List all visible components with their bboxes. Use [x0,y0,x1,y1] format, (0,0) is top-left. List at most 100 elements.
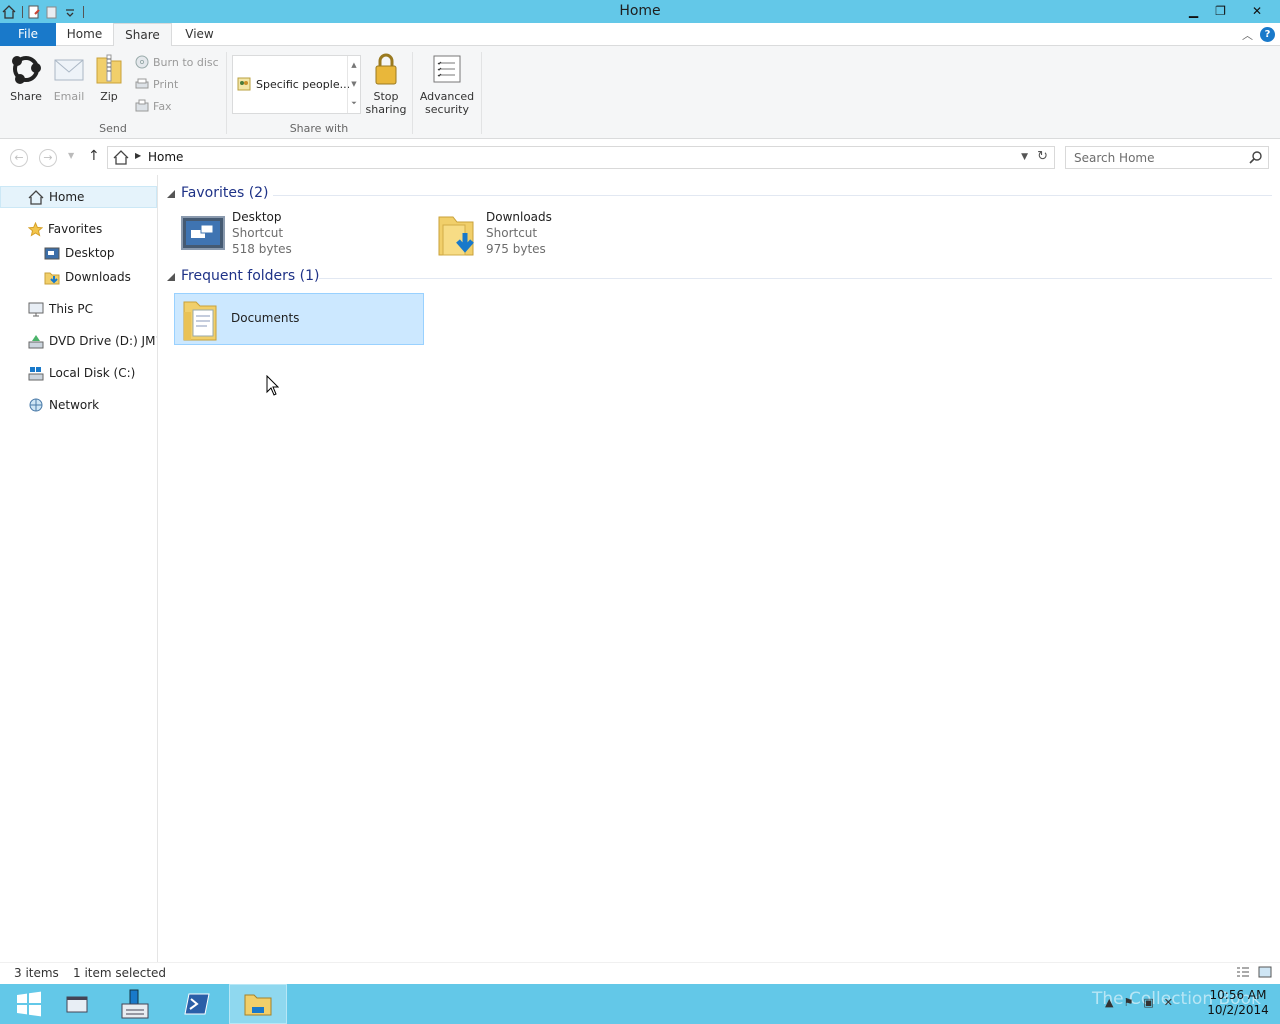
close-button[interactable]: ✕ [1234,0,1280,21]
specific-people-item[interactable]: Specific people... [237,77,350,91]
nav-label: Local Disk (C:) [49,366,136,380]
desktop-icon [44,247,60,259]
zip-folder-icon [96,54,122,84]
nav-label: Network [49,398,100,412]
large-icons-view-icon[interactable] [1258,966,1272,978]
address-bar[interactable]: ▶ Home ▼ ↻ [107,146,1055,169]
nav-item-network[interactable]: Network [0,394,157,416]
taskbar-file-explorer[interactable] [229,984,287,1024]
home-icon [28,189,44,205]
taskbar-server-manager[interactable] [106,984,164,1024]
email-button[interactable]: Email [50,52,88,103]
nav-item-dvd-drive[interactable]: DVD Drive (D:) JM1_S [0,330,157,352]
stop-sharing-button[interactable]: Stop sharing [365,52,407,116]
breadcrumb-separator-icon[interactable]: ▶ [135,151,141,160]
clock-time: 10:56 AM [1209,988,1267,1002]
forward-button[interactable]: → [39,149,57,167]
taskbar-powershell[interactable] [168,984,226,1024]
email-label: Email [53,90,85,103]
share-with-gallery[interactable]: Specific people... ▲ ▼ ⏷ [232,55,361,114]
window-icon [66,996,88,1013]
file-tile-desktop[interactable]: Desktop Shortcut 518 bytes [175,209,425,261]
group-divider [273,195,1272,196]
file-name: Desktop [232,210,282,224]
nav-item-this-pc[interactable]: This PC [0,298,157,320]
file-name: Documents [231,311,300,325]
view-switcher [1236,966,1272,978]
minimize-ribbon-icon[interactable]: ︿ [1242,27,1253,43]
tab-home[interactable]: Home [56,23,113,46]
file-size: 518 bytes [232,242,292,256]
desktop-icon [181,216,225,250]
mouse-cursor-icon [266,375,279,396]
gallery-down-icon[interactable]: ▼ [348,75,360,94]
advanced-security-icon [433,55,461,83]
refresh-icon[interactable]: ↻ [1037,149,1048,164]
window-controls: ▁ ❐ ✕ [1180,0,1280,21]
item-count: 3 items [14,966,59,980]
tab-view[interactable]: View [172,23,227,46]
clock[interactable]: 10:56 AM 10/2/2014 [1206,988,1270,1018]
nav-item-home[interactable]: Home [0,186,157,208]
file-name: Downloads [486,210,552,224]
print-button[interactable]: Print [135,75,178,93]
fax-button[interactable]: Fax [135,97,172,115]
collapse-group-icon[interactable] [167,190,175,198]
nav-item-downloads[interactable]: Downloads [0,266,157,288]
search-icon[interactable] [1249,150,1263,164]
file-type: Shortcut [486,226,538,240]
group-divider [319,278,1272,279]
address-dropdown-icon[interactable]: ▼ [1021,152,1028,162]
up-button[interactable]: ↑ [88,148,100,164]
restore-button[interactable]: ❐ [1207,0,1234,21]
system-tray: ▲ ⚑ ▣ ✕ [1105,996,1173,1009]
home-icon [113,150,129,165]
taskbar: The Collection Book ▲ ⚑ ▣ ✕ 10:56 AM 10/… [0,984,1280,1024]
server-manager-icon [121,989,149,1019]
burn-to-disc-button[interactable]: Burn to disc [135,53,219,71]
details-view-icon[interactable] [1236,966,1250,978]
search-box[interactable] [1065,146,1269,169]
action-center-flag-icon[interactable]: ⚑ [1123,996,1133,1009]
help-icon[interactable]: ? [1260,27,1275,42]
show-hidden-icons-icon[interactable]: ▲ [1105,996,1113,1009]
minimize-button[interactable]: ▁ [1180,0,1207,21]
nav-item-favorites[interactable]: Favorites [0,218,157,240]
windows-logo-icon [17,991,41,1017]
network-icon [29,398,43,411]
search-input[interactable] [1066,147,1246,168]
powershell-icon [184,993,210,1015]
volume-muted-icon[interactable]: ✕ [1164,996,1173,1009]
group-favorites[interactable]: Favorites (2) [167,185,1272,205]
advanced-security-button[interactable]: Advanced security [418,52,476,116]
back-button[interactable]: ← [10,149,28,167]
computer-icon [28,302,44,316]
breadcrumb-home[interactable]: Home [148,150,183,164]
group-separator [481,52,482,134]
nav-label: Home [49,190,85,204]
status-bar: 3 items 1 item selected [0,962,1280,984]
zip-label: Zip [100,90,118,103]
gallery-up-icon[interactable]: ▲ [348,56,360,75]
group-frequent-folders[interactable]: Frequent folders (1) [167,268,1272,288]
tab-share[interactable]: Share [113,23,172,47]
share-icon [12,56,41,84]
gallery-scroll[interactable]: ▲ ▼ ⏷ [347,56,360,113]
gallery-more-icon[interactable]: ⏷ [348,94,360,113]
share-button[interactable]: Share [6,52,46,103]
file-tile-downloads[interactable]: Downloads Shortcut 975 bytes [429,209,679,261]
share-label: Share [10,90,42,103]
dvd-drive-icon [28,334,44,348]
file-tile-documents[interactable]: Documents [174,293,424,345]
network-tray-icon[interactable]: ▣ [1143,996,1153,1009]
recent-locations-icon[interactable]: ▼ [68,151,74,160]
padlock-icon [375,53,397,85]
file-size: 975 bytes [486,242,546,256]
zip-button[interactable]: Zip [92,52,126,103]
taskbar-explorer-pinned[interactable] [48,984,106,1024]
nav-label: Downloads [65,270,131,284]
nav-item-desktop[interactable]: Desktop [0,242,157,264]
nav-item-local-disk[interactable]: Local Disk (C:) [0,362,157,384]
tab-file[interactable]: File [0,23,56,46]
collapse-group-icon[interactable] [167,273,175,281]
